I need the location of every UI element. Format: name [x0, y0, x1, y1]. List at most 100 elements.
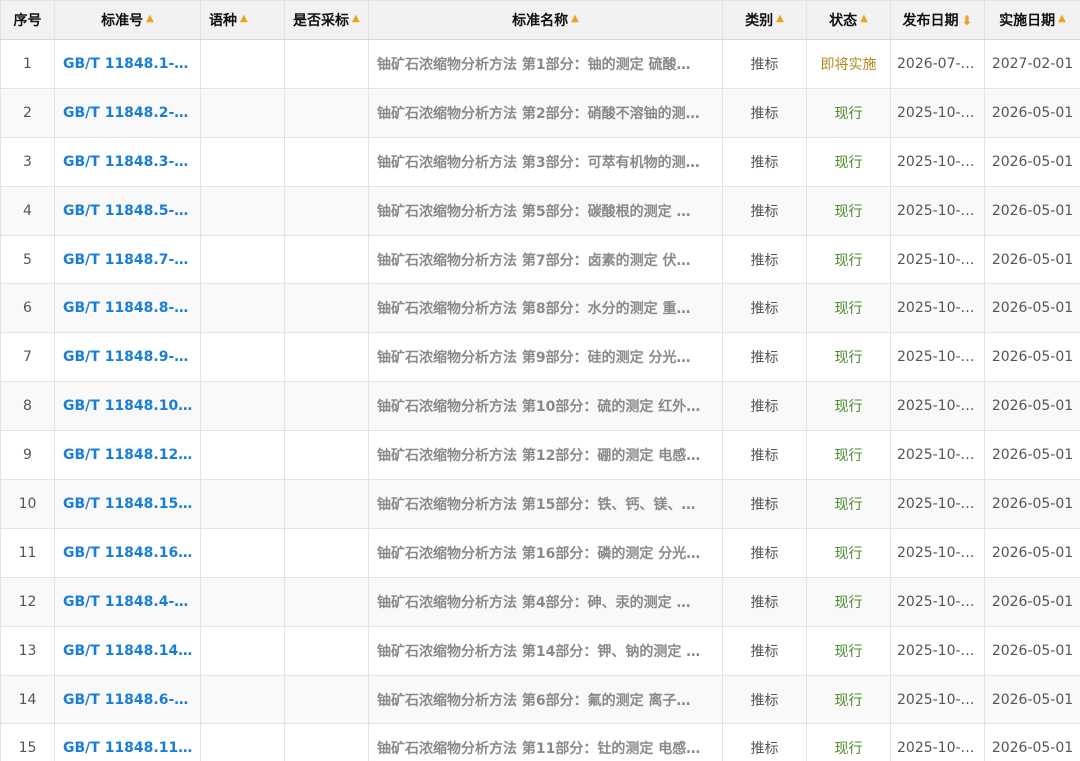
cell-name[interactable]: 铀矿石浓缩物分析方法 第5部分：碳酸根的测定 … [368, 185, 723, 236]
sort-desc-active-icon[interactable]: ⬇ [962, 14, 973, 29]
cell-name[interactable]: 铀矿石浓缩物分析方法 第16部分：磷的测定 分光… [368, 527, 723, 578]
table-row[interactable]: 11 GB/T 11848.16-2… 铀矿石浓缩物分析方法 第16部分：磷的测定 … [0, 527, 1080, 578]
cell-code[interactable]: GB/T 11848.8-2025 [54, 283, 201, 334]
cell-name[interactable]: 铀矿石浓缩物分析方法 第14部分：钾、钠的测定 … [368, 625, 723, 676]
cell-lang [200, 283, 285, 334]
cell-code[interactable]: GB/T 11848.11-2… [54, 723, 201, 761]
cell-code[interactable]: GB/T 11848.16-2… [54, 527, 201, 578]
column-header-impldate[interactable]: 实施日期 ▲ [984, 0, 1080, 40]
column-header-label: 实施日期 [999, 13, 1056, 29]
cell-adopt [284, 381, 369, 432]
column-header-label: 语种 [209, 13, 237, 29]
column-header-lang[interactable]: 语种 ▲ [200, 0, 285, 40]
cell-pubdate: 2025-10-05 [890, 625, 985, 676]
cell-adopt [284, 283, 369, 334]
cell-adopt [284, 479, 369, 529]
cell-category: 推标 [722, 332, 807, 383]
cell-impldate: 2026-05-01 [984, 430, 1080, 481]
cell-name[interactable]: 铀矿石浓缩物分析方法 第12部分：硼的测定 电感… [368, 430, 723, 481]
status-badge: 现行 [806, 185, 891, 236]
cell-name[interactable]: 铀矿石浓缩物分析方法 第9部分：硅的测定 分光… [368, 332, 723, 383]
cell-category: 推标 [722, 283, 807, 334]
cell-code[interactable]: GB/T 11848.10-2… [54, 381, 201, 432]
sort-asc-icon[interactable]: ▲ [860, 13, 868, 24]
cell-adopt [284, 87, 369, 138]
cell-impldate: 2026-05-01 [984, 723, 1080, 761]
cell-lang [200, 332, 285, 383]
column-header-pubdate[interactable]: 发布日期 ⬇ [890, 0, 985, 40]
status-badge: 即将实施 [806, 39, 891, 89]
table-row[interactable]: 6 GB/T 11848.8-2025 铀矿石浓缩物分析方法 第8部分：水分的测定 … [0, 283, 1080, 334]
table-row[interactable]: 8 GB/T 11848.10-2… 铀矿石浓缩物分析方法 第10部分：硫的测定 红… [0, 381, 1080, 432]
cell-category: 推标 [722, 234, 807, 285]
cell-adopt [284, 234, 369, 285]
cell-name[interactable]: 铀矿石浓缩物分析方法 第2部分：硝酸不溶铀的测… [368, 87, 723, 138]
cell-seq: 3 [0, 136, 55, 187]
cell-name[interactable]: 铀矿石浓缩物分析方法 第15部分：铁、钙、镁、… [368, 479, 723, 529]
cell-code[interactable]: GB/T 11848.7-2025 [54, 234, 201, 285]
cell-name[interactable]: 铀矿石浓缩物分析方法 第7部分：卤素的测定 伏… [368, 234, 723, 285]
cell-name[interactable]: 铀矿石浓缩物分析方法 第4部分：砷、汞的测定 … [368, 576, 723, 627]
cell-pubdate: 2025-10-05 [890, 430, 985, 481]
table-row[interactable]: 9 GB/T 11848.12-2… 铀矿石浓缩物分析方法 第12部分：硼的测定 电… [0, 430, 1080, 481]
cell-name[interactable]: 铀矿石浓缩物分析方法 第6部分：氟的测定 离子… [368, 674, 723, 725]
table-row[interactable]: 13 GB/T 11848.14-2… 铀矿石浓缩物分析方法 第14部分：钾、钠的测… [0, 625, 1080, 676]
table-row[interactable]: 12 GB/T 11848.4-2025 铀矿石浓缩物分析方法 第4部分：砷、汞的测… [0, 576, 1080, 627]
sort-asc-icon[interactable]: ▲ [776, 13, 784, 24]
cell-pubdate: 2025-10-05 [890, 381, 985, 432]
table-row[interactable]: 3 GB/T 11848.3-2025 铀矿石浓缩物分析方法 第3部分：可萃有机物的… [0, 136, 1080, 187]
cell-seq: 8 [0, 381, 55, 432]
cell-impldate: 2026-05-01 [984, 185, 1080, 236]
sort-asc-icon[interactable]: ▲ [352, 13, 360, 24]
cell-adopt [284, 332, 369, 383]
table-row[interactable]: 4 GB/T 11848.5-2025 铀矿石浓缩物分析方法 第5部分：碳酸根的测定… [0, 185, 1080, 236]
cell-code[interactable]: GB/T 11848.15-2… [54, 479, 201, 529]
column-header-label: 是否采标 [293, 13, 349, 29]
sort-asc-icon[interactable]: ▲ [146, 13, 154, 24]
status-badge: 现行 [806, 723, 891, 761]
cell-impldate: 2026-05-01 [984, 283, 1080, 334]
cell-impldate: 2026-05-01 [984, 576, 1080, 627]
cell-code[interactable]: GB/T 11848.9-2025 [54, 332, 201, 383]
status-badge: 现行 [806, 674, 891, 725]
cell-pubdate: 2025-10-05 [890, 185, 985, 236]
status-badge: 现行 [806, 430, 891, 481]
cell-code[interactable]: GB/T 11848.6-2025 [54, 674, 201, 725]
sort-asc-icon[interactable]: ▲ [240, 13, 248, 24]
table-row[interactable]: 2 GB/T 11848.2-2025 铀矿石浓缩物分析方法 第2部分：硝酸不溶铀的… [0, 87, 1080, 138]
cell-name[interactable]: 铀矿石浓缩物分析方法 第8部分：水分的测定 重… [368, 283, 723, 334]
cell-name[interactable]: 铀矿石浓缩物分析方法 第10部分：硫的测定 红外… [368, 381, 723, 432]
cell-seq: 4 [0, 185, 55, 236]
column-header-status[interactable]: 状态 ▲ [806, 0, 891, 40]
table-row[interactable]: 15 GB/T 11848.11-2… 铀矿石浓缩物分析方法 第11部分：钍的测定 … [0, 723, 1080, 761]
column-header-category[interactable]: 类别 ▲ [722, 0, 807, 40]
table-row[interactable]: 7 GB/T 11848.9-2025 铀矿石浓缩物分析方法 第9部分：硅的测定 分… [0, 332, 1080, 383]
cell-name[interactable]: 铀矿石浓缩物分析方法 第1部分：铀的测定 硫酸… [368, 39, 723, 89]
cell-name[interactable]: 铀矿石浓缩物分析方法 第11部分：钍的测定 电感… [368, 723, 723, 761]
cell-code[interactable]: GB/T 11848.5-2025 [54, 185, 201, 236]
sort-asc-icon[interactable]: ▲ [1058, 13, 1066, 24]
cell-pubdate: 2025-10-05 [890, 87, 985, 138]
column-header-code[interactable]: 标准号 ▲ [54, 0, 201, 40]
table-row[interactable]: 10 GB/T 11848.15-2… 铀矿石浓缩物分析方法 第15部分：铁、钙、镁… [0, 479, 1080, 529]
cell-code[interactable]: GB/T 11848.2-2025 [54, 87, 201, 138]
cell-code[interactable]: GB/T 11848.14-2… [54, 625, 201, 676]
cell-code[interactable]: GB/T 11848.4-2025 [54, 576, 201, 627]
column-header-adopt[interactable]: 是否采标 ▲ [284, 0, 369, 40]
header-row: 序号 标准号 ▲ 语种 ▲ 是否采标 ▲ 标准名称 ▲ 类别 ▲ 状态 ▲ 发布日期 ⬇ 实施日期 ▲ [0, 0, 1080, 40]
table-row[interactable]: 1 GB/T 11848.1-2026 铀矿石浓缩物分析方法 第1部分：铀的测定 硫… [0, 39, 1080, 89]
cell-code[interactable]: GB/T 11848.12-2… [54, 430, 201, 481]
cell-code[interactable]: GB/T 11848.1-2026 [54, 39, 201, 89]
cell-impldate: 2026-05-01 [984, 479, 1080, 529]
cell-seq: 12 [0, 576, 55, 627]
cell-adopt [284, 527, 369, 578]
cell-impldate: 2026-05-01 [984, 234, 1080, 285]
sort-asc-icon[interactable]: ▲ [571, 13, 579, 24]
status-badge: 现行 [806, 625, 891, 676]
column-header-label: 序号 [13, 13, 42, 29]
cell-code[interactable]: GB/T 11848.3-2025 [54, 136, 201, 187]
table-row[interactable]: 14 GB/T 11848.6-2025 铀矿石浓缩物分析方法 第6部分：氟的测定 … [0, 674, 1080, 725]
column-header-name[interactable]: 标准名称 ▲ [368, 0, 723, 40]
cell-name[interactable]: 铀矿石浓缩物分析方法 第3部分：可萃有机物的测… [368, 136, 723, 187]
table-row[interactable]: 5 GB/T 11848.7-2025 铀矿石浓缩物分析方法 第7部分：卤素的测定 … [0, 234, 1080, 285]
